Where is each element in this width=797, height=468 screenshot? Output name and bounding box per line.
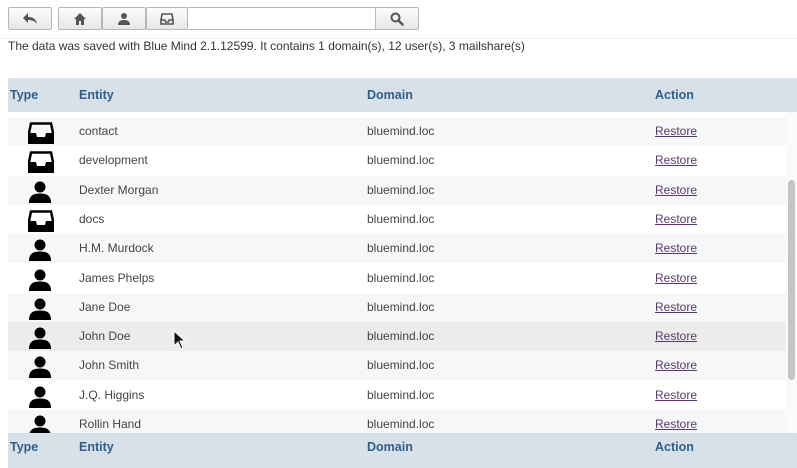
header-entity[interactable]: Entity [79,88,114,102]
users-button[interactable] [102,7,146,30]
entity-name: H.M. Murdock [79,241,154,256]
entity-name: James Phelps [79,270,155,285]
restore-link[interactable]: Restore [655,183,697,197]
table-row[interactable]: H.M. Murdock bluemind.loc Restore [8,234,786,264]
home-button[interactable] [58,7,102,30]
table-header: Type Entity Domain Action [8,78,797,112]
entity-name: contact [79,124,118,138]
header-domain[interactable]: Domain [367,88,413,102]
table-row[interactable]: docs bluemind.loc Restore [8,205,786,234]
footer-domain: Domain [367,440,413,454]
entity-domain: bluemind.loc [367,329,435,344]
entity-domain: bluemind.loc [367,124,435,138]
inbox-icon [160,12,174,25]
user-icon [118,12,130,25]
mailshares-button[interactable] [146,7,188,30]
header-action[interactable]: Action [655,88,694,102]
entity-domain: bluemind.loc [367,211,435,226]
back-button[interactable] [8,7,52,30]
entity-domain: bluemind.loc [367,270,435,285]
entity-name: docs [79,211,105,226]
restore-link[interactable]: Restore [655,271,697,285]
home-icon [74,12,86,25]
restore-link[interactable]: Restore [655,124,697,138]
restore-link[interactable]: Restore [655,212,697,226]
footer-type: Type [10,440,39,454]
restore-link[interactable]: Restore [655,358,697,372]
footer-entity: Entity [79,440,114,454]
restore-table: Type Entity Domain Action contact bluemin… [8,78,797,468]
table-row[interactable]: John Doe bluemind.loc Restore [8,322,786,352]
entity-name: John Smith [79,358,140,373]
user-icon [28,415,58,433]
user-icon [28,181,58,203]
user-icon [28,269,58,291]
restore-cell: Restore [655,322,697,351]
mouse-cursor-icon [173,330,187,350]
table-row[interactable]: contact bluemind.loc Restore [8,117,786,146]
mailshare-icon [27,151,58,174]
header-type[interactable]: Type [10,88,38,102]
restore-cell: Restore [655,410,697,433]
entity-name: Jane Doe [79,299,131,314]
user-icon [28,356,58,379]
restore-cell: Restore [655,117,697,146]
entity-domain: bluemind.loc [367,182,435,197]
user-icon [28,327,58,350]
entity-name: John Doe [79,329,131,344]
entity-name: Rollin Hand [79,417,142,431]
table-footer: Type Entity Domain Action [8,433,797,468]
entity-name: development [79,153,148,168]
user-icon [28,298,58,320]
restore-cell: Restore [655,351,697,380]
restore-link[interactable]: Restore [655,329,697,343]
entity-domain: bluemind.loc [367,241,435,256]
table-body: contact bluemind.loc Restore development blu… [8,112,797,433]
restore-link[interactable]: Restore [655,417,697,431]
mailshare-icon [27,210,58,233]
scrollbar-thumb[interactable] [788,180,795,380]
table-row[interactable]: Rollin Hand bluemind.loc Restore [8,410,786,433]
restore-cell: Restore [655,176,697,205]
table-row[interactable]: J.Q. Higgins bluemind.loc Restore [8,381,786,410]
restore-cell: Restore [655,381,697,410]
restore-cell: Restore [655,146,697,175]
table-row[interactable]: John Smith bluemind.loc Restore [8,351,786,381]
user-icon [28,239,58,262]
restore-cell: Restore [655,234,697,263]
entity-domain: bluemind.loc [367,358,435,373]
search-input[interactable] [188,7,376,30]
entity-domain: bluemind.loc [367,417,435,431]
restore-link[interactable]: Restore [655,300,697,314]
restore-link[interactable]: Restore [655,153,697,167]
search-icon [390,12,404,26]
table-row[interactable]: James Phelps bluemind.loc Restore [8,264,786,293]
footer-action: Action [655,440,694,454]
user-icon [28,386,58,408]
table-row[interactable]: development bluemind.loc Restore [8,146,786,175]
restore-cell: Restore [655,264,697,293]
backup-info-text: The data was saved with Blue Mind 2.1.12… [8,39,525,53]
restore-link[interactable]: Restore [655,388,697,402]
back-arrow-icon [23,12,37,24]
restore-cell: Restore [655,205,697,234]
entity-domain: bluemind.loc [367,153,435,168]
mailshare-icon [27,122,58,145]
entity-domain: bluemind.loc [367,387,435,402]
restore-link[interactable]: Restore [655,241,697,255]
entity-name: Dexter Morgan [79,182,159,197]
vertical-scrollbar[interactable] [786,112,797,433]
restore-cell: Restore [655,293,697,322]
entity-domain: bluemind.loc [367,299,435,314]
table-row[interactable]: Jane Doe bluemind.loc Restore [8,292,786,322]
search-button[interactable] [375,7,419,30]
entity-name: J.Q. Higgins [79,387,145,402]
table-row[interactable]: Dexter Morgan bluemind.loc Restore [8,175,786,205]
